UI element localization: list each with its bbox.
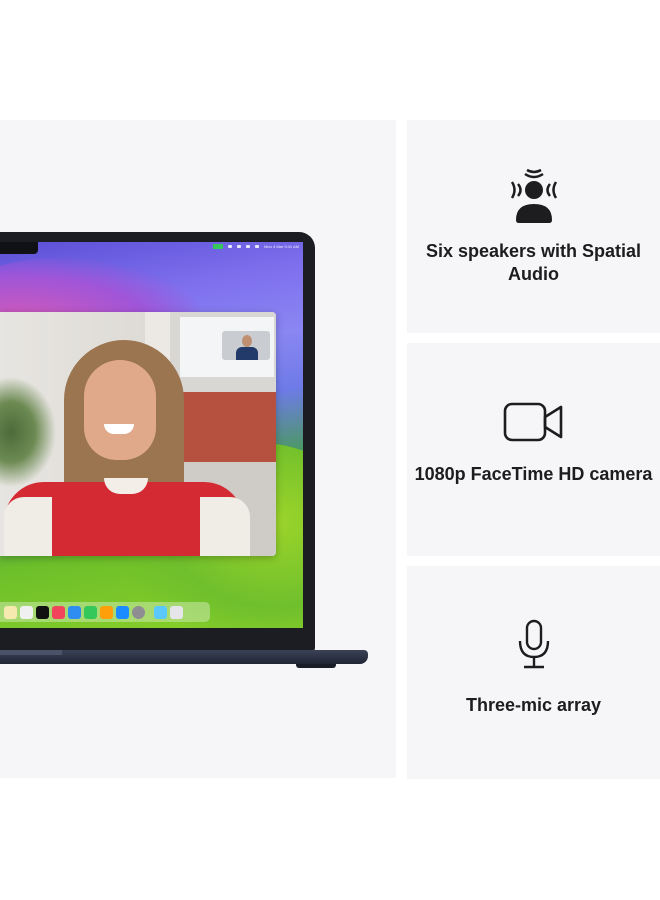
downloads-folder-icon[interactable]	[154, 605, 167, 619]
spatial-audio-icon	[506, 168, 562, 230]
feature-card-speakers: Six speakers with Spatial Audio	[407, 120, 660, 333]
video-camera-icon	[503, 391, 565, 453]
feature-label: Six speakers with Spatial Audio	[425, 241, 642, 284]
search-icon	[246, 245, 251, 248]
menu-bar: Mon 4 Mar 9:41 AM	[0, 242, 303, 251]
music-icon[interactable]	[52, 605, 65, 619]
menubar-clock: Mon 4 Mar 9:41 AM	[264, 244, 299, 249]
camera-notch	[0, 242, 38, 254]
brick-house	[180, 392, 276, 462]
laptop-screen: Mon 4 Mar 9:41 AM	[0, 242, 303, 628]
battery-icon	[228, 245, 233, 248]
pip-person-body	[236, 347, 258, 360]
plant	[0, 372, 60, 492]
keynote-icon[interactable]	[68, 605, 81, 619]
pages-icon[interactable]	[100, 605, 113, 619]
freeform-icon[interactable]	[20, 605, 33, 619]
system-settings-icon[interactable]	[132, 605, 145, 619]
laptop-hinge	[0, 650, 62, 655]
facetime-window	[0, 312, 276, 556]
sweater-sleeve	[4, 497, 52, 556]
notes-icon[interactable]	[4, 605, 17, 619]
feature-card-microphones: Three-mic array	[407, 566, 660, 779]
person-face	[84, 360, 156, 460]
feature-label: Three-mic array	[465, 695, 602, 715]
picture-in-picture-video[interactable]	[222, 331, 270, 360]
microphone-icon	[516, 614, 552, 676]
pip-person-head	[242, 335, 252, 347]
control-center-icon	[255, 245, 260, 248]
feature-card-camera: 1080p FaceTime HD camera	[407, 343, 660, 556]
app-store-icon[interactable]	[116, 605, 129, 619]
dock	[0, 602, 210, 622]
sweater-sleeve	[200, 497, 250, 556]
apple-tv-icon[interactable]	[36, 605, 49, 619]
laptop-foot	[296, 664, 336, 668]
numbers-icon[interactable]	[84, 605, 97, 619]
facetime-status-icon	[213, 244, 224, 249]
wifi-icon	[237, 245, 242, 248]
trash-icon[interactable]	[170, 605, 183, 619]
feature-label: 1080p FaceTime HD camera	[414, 464, 653, 484]
